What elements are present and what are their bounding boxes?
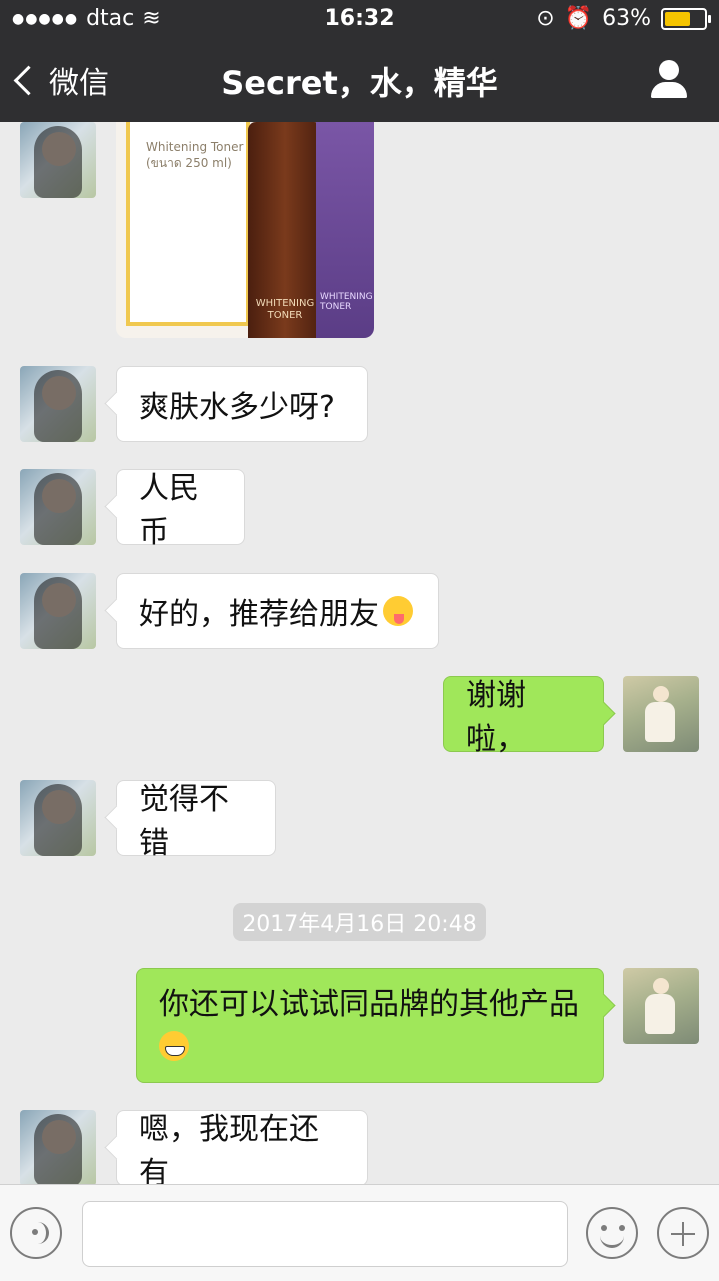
message-text: 你还可以试试同品牌的其他产品 <box>159 987 579 1022</box>
contact-avatar[interactable] <box>20 1110 96 1184</box>
top-bar: ●●●●● dtac ≋ 16:32 ⊙ ⏰ 63% 微信 Secret，水，精… <box>0 0 719 122</box>
product-box: Whitening Toner (ขนาด 250 ml) <box>126 122 250 326</box>
status-bar: ●●●●● dtac ≋ 16:32 ⊙ ⏰ 63% <box>0 0 719 40</box>
contact-avatar[interactable] <box>20 366 96 442</box>
battery-icon <box>661 7 711 30</box>
message-text: 谢谢啦， <box>466 678 526 757</box>
purple-box-label: WHITENING TONER <box>320 292 373 312</box>
my-avatar[interactable] <box>623 676 699 752</box>
rotation-lock-icon: ⊙ <box>536 6 555 31</box>
message-bubble-left[interactable]: 觉得不错 <box>116 780 276 861</box>
message-text: 人民币 <box>139 471 199 550</box>
grin-emoji-icon <box>159 1030 189 1061</box>
input-bar <box>0 1184 719 1281</box>
product-image-message[interactable]: Whitening Toner (ขนาด 250 ml) WHITENING … <box>116 122 374 338</box>
message-text: 觉得不错 <box>139 782 229 861</box>
message-timestamp: 2017年4月16日 20:48 <box>233 903 486 941</box>
contact-avatar[interactable] <box>20 780 96 856</box>
profile-icon[interactable] <box>649 60 689 100</box>
battery-fill <box>665 11 691 26</box>
battery-percent: 63% <box>602 6 651 31</box>
product-purple-box: WHITENING TONER <box>316 122 374 338</box>
message-content: 你还可以试试同品牌的其他产品 <box>159 985 579 1065</box>
alarm-icon: ⏰ <box>564 6 593 31</box>
bottle-label: WHITENING TONER <box>255 298 315 321</box>
product-bottle: WHITENING TONER <box>248 122 322 338</box>
navigation-bar: 微信 Secret，水，精华 <box>0 40 719 122</box>
add-more-icon[interactable] <box>657 1207 709 1259</box>
profile-head <box>659 60 679 80</box>
message-bubble-left[interactable]: 爽肤水多少呀? <box>116 366 368 442</box>
message-bubble-left[interactable]: 嗯，我现在还有 <box>116 1110 368 1184</box>
profile-body <box>651 82 687 98</box>
contact-avatar[interactable] <box>20 122 96 198</box>
message-bubble-right[interactable]: 谢谢啦， <box>443 676 604 757</box>
contact-avatar[interactable] <box>20 469 96 545</box>
contact-avatar[interactable] <box>20 573 96 649</box>
message-bubble-right[interactable]: 你还可以试试同品牌的其他产品 <box>136 968 604 1083</box>
my-avatar[interactable] <box>623 968 699 1044</box>
message-text: 好的，推荐给朋友 <box>139 597 379 632</box>
chat-area: Whitening Toner (ขนาด 250 ml) WHITENING … <box>0 122 719 1184</box>
tongue-emoji-icon <box>383 596 413 626</box>
status-right: ⊙ ⏰ 63% <box>536 6 711 31</box>
voice-input-icon[interactable] <box>10 1207 62 1259</box>
message-bubble-left[interactable]: 人民币 <box>116 469 245 550</box>
message-input[interactable] <box>82 1201 568 1267</box>
message-text: 嗯，我现在还有 <box>139 1112 319 1184</box>
emoji-picker-icon[interactable] <box>586 1207 638 1259</box>
message-text: 爽肤水多少呀? <box>139 390 335 425</box>
chat-title: Secret，水，精华 <box>221 64 498 102</box>
product-box-text: Whitening Toner (ขนาด 250 ml) <box>146 140 244 170</box>
message-bubble-left[interactable]: 好的，推荐给朋友 <box>116 573 439 649</box>
